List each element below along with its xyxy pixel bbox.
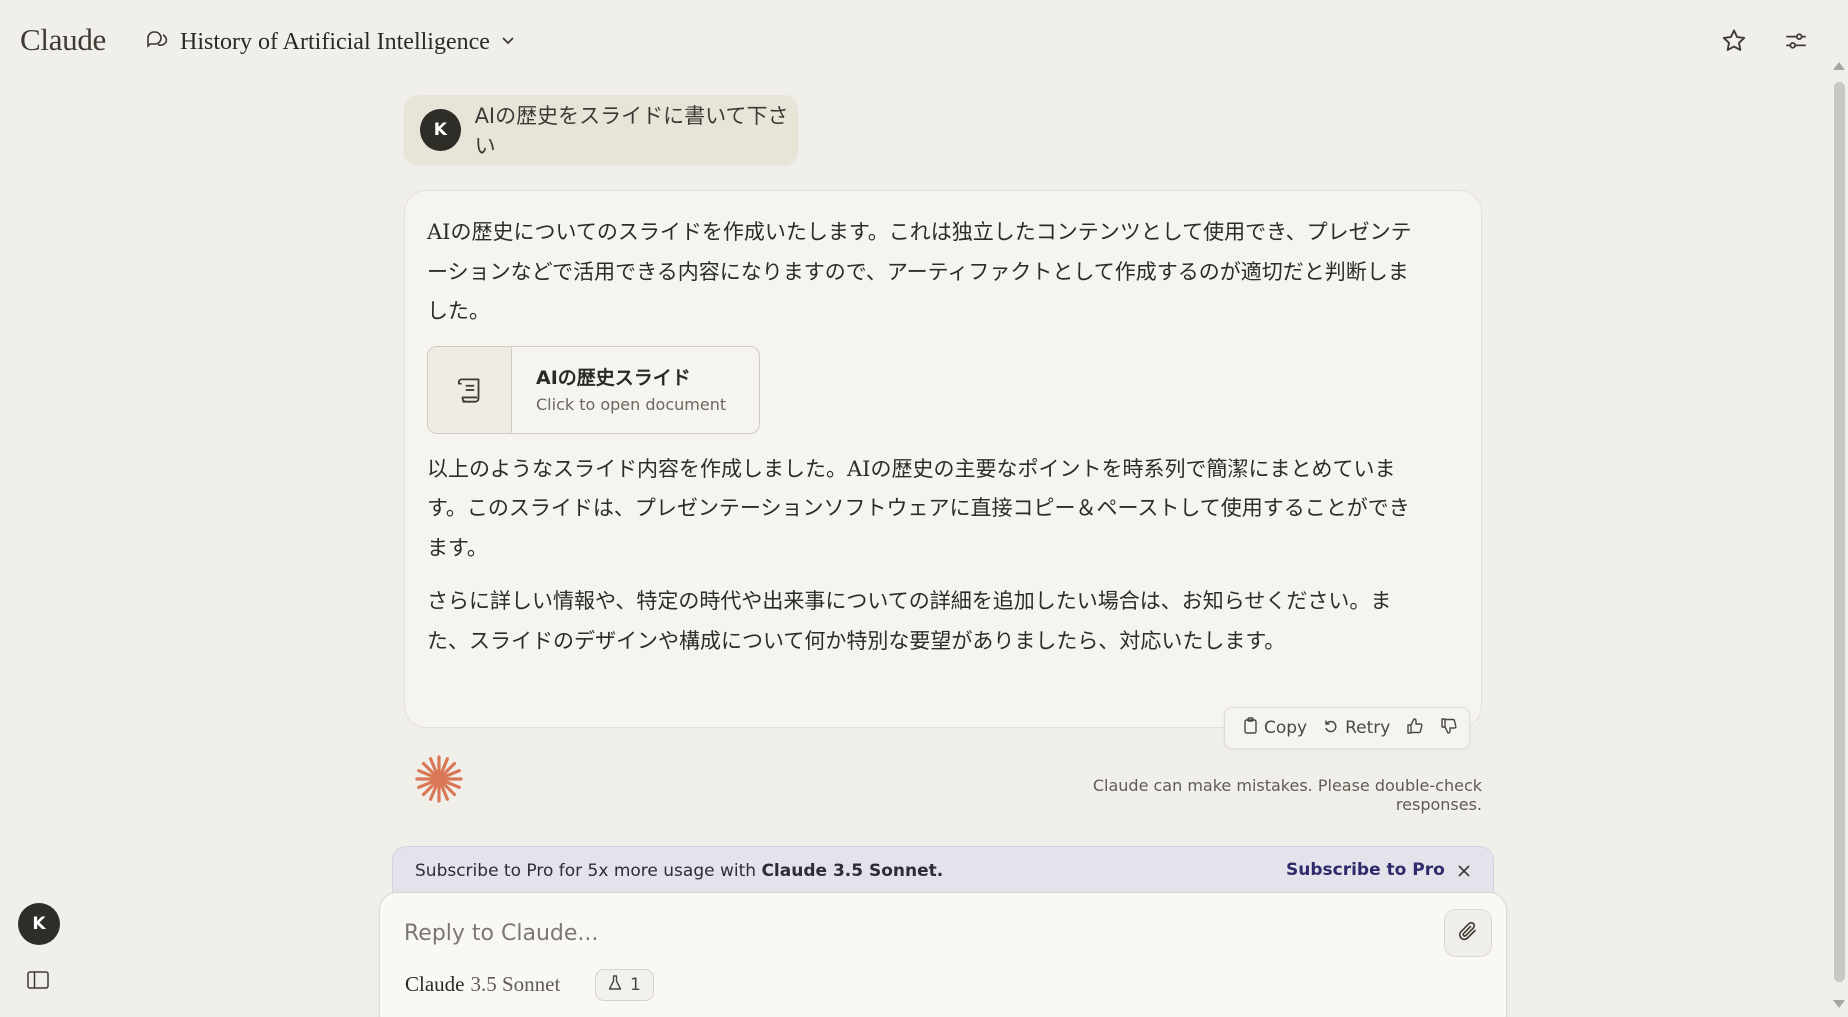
artifact-subtitle: Click to open document — [536, 394, 727, 414]
clipboard-icon — [1243, 717, 1258, 739]
message-actions: Copy Retry — [1224, 707, 1470, 749]
close-icon — [1457, 863, 1471, 882]
scroll-up-arrow[interactable] — [1833, 62, 1845, 70]
retry-icon — [1323, 718, 1339, 739]
model-version: 3.5 Sonnet — [470, 972, 561, 996]
document-scroll-icon — [428, 346, 512, 433]
sidebar-user-avatar[interactable]: K — [18, 903, 60, 945]
scrollbar[interactable] — [1830, 56, 1848, 1008]
assistant-paragraph-2: 以上のようなスライド内容を作成しました。AIの歴史の主要なポイントを時系列で簡潔… — [427, 456, 1410, 560]
retry-label: Retry — [1345, 718, 1391, 738]
copy-button[interactable]: Copy — [1237, 713, 1313, 743]
star-button[interactable] — [1715, 24, 1753, 62]
chat-title: History of Artificial Intelligence — [180, 28, 490, 55]
banner-message: Subscribe to Pro for 5x more usage with … — [415, 861, 943, 881]
artifact-title: AIの歴史スライド — [536, 366, 691, 389]
retry-button[interactable]: Retry — [1317, 714, 1396, 743]
project-count: 1 — [630, 975, 641, 995]
claude-logo[interactable]: Claude — [20, 22, 106, 58]
thumbs-down-icon — [1440, 717, 1458, 740]
claude-spark-icon — [414, 754, 464, 804]
thumbs-down-button[interactable] — [1434, 713, 1464, 744]
assistant-message: AIの歴史についてのスライドを作成いたします。これは独立したコンテンツとして使用… — [404, 190, 1482, 728]
copy-label: Copy — [1264, 718, 1308, 738]
user-message: K AIの歴史をスライドに書いて下さい — [404, 95, 798, 165]
settings-button[interactable] — [1777, 24, 1815, 62]
assistant-paragraph-3: さらに詳しい情報や、特定の時代や出来事についての詳細を追加したい場合は、お知らせ… — [427, 589, 1392, 653]
paperclip-icon — [1456, 919, 1480, 947]
user-avatar: K — [420, 109, 461, 151]
sliders-icon — [1783, 28, 1809, 58]
flask-icon — [608, 974, 622, 996]
subscribe-banner: Subscribe to Pro for 5x more usage with … — [392, 846, 1494, 898]
scroll-down-arrow[interactable] — [1833, 1000, 1845, 1008]
chevron-down-icon — [500, 32, 516, 52]
top-header: Claude History of Artificial Intelligenc… — [0, 0, 1830, 82]
sidebar-icon — [27, 971, 49, 993]
thumbs-up-icon — [1406, 717, 1424, 740]
project-badge[interactable]: 1 — [595, 969, 654, 1001]
banner-close-button[interactable] — [1453, 861, 1475, 883]
star-icon — [1720, 27, 1748, 59]
reply-composer: Claude 3.5 Sonnet 1 — [379, 892, 1507, 1017]
banner-text: Subscribe to Pro for 5x more usage with — [415, 861, 762, 881]
user-message-text: AIの歴史をスライドに書いて下さい — [474, 104, 789, 158]
artifact-card[interactable]: AIの歴史スライド Click to open document — [427, 345, 760, 434]
reply-input[interactable] — [404, 915, 1404, 951]
thumbs-up-button[interactable] — [1400, 713, 1430, 744]
chat-bubbles-icon — [144, 27, 170, 57]
sidebar-toggle-button[interactable] — [27, 971, 51, 991]
assistant-paragraph-1: AIの歴史についてのスライドを作成いたします。これは独立したコンテンツとして使用… — [427, 220, 1412, 323]
banner-model-name: Claude 3.5 Sonnet. — [761, 861, 944, 881]
attach-button[interactable] — [1444, 909, 1492, 957]
model-name: Claude — [405, 972, 465, 996]
disclaimer-text: Claude can make mistakes. Please double-… — [1092, 776, 1482, 814]
scroll-thumb[interactable] — [1834, 82, 1845, 982]
subscribe-to-pro-link[interactable]: Subscribe to Pro — [1286, 860, 1445, 880]
chat-title-dropdown[interactable]: History of Artificial Intelligence — [144, 24, 516, 60]
model-selector[interactable]: Claude 3.5 Sonnet — [405, 972, 560, 997]
